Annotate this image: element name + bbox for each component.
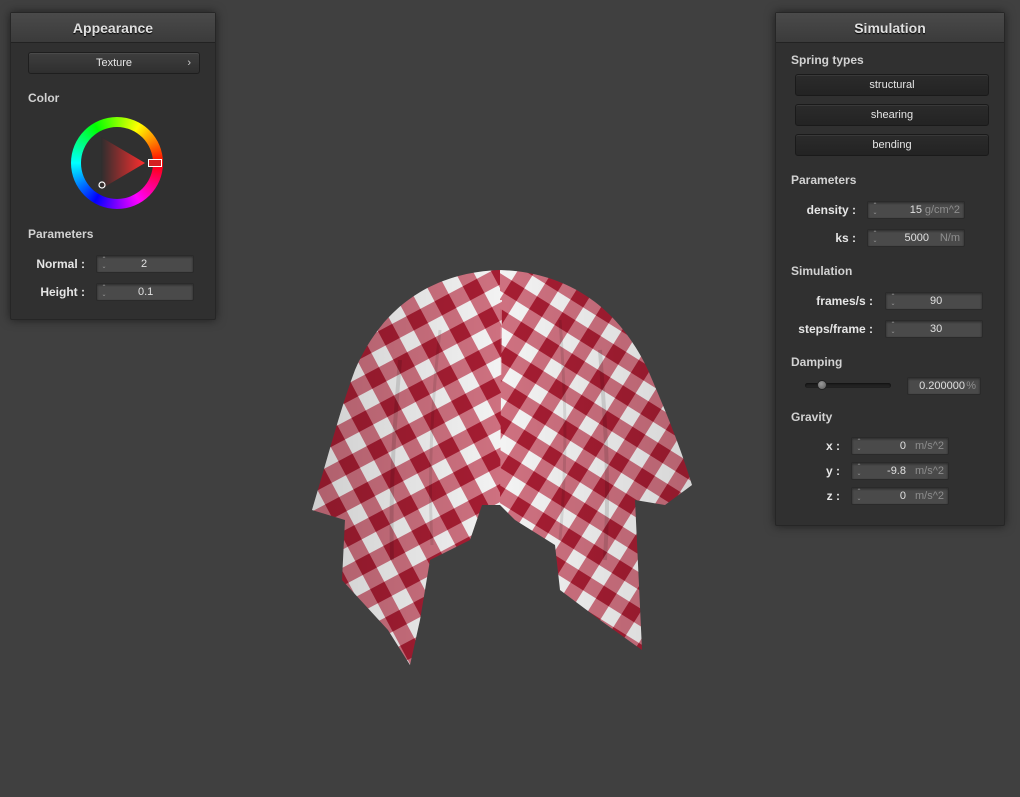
gravity-z-label: z : xyxy=(826,489,840,503)
spinner-icon[interactable]: ⌃ ⌄ xyxy=(871,231,879,245)
simulation-section-label: Simulation xyxy=(791,264,853,278)
normal-label: Normal : xyxy=(36,257,85,271)
gravity-x-field[interactable]: ⌃ ⌄ 0 m/s^2 xyxy=(851,437,949,455)
ks-field[interactable]: ⌃ ⌄ 5000 N/m xyxy=(867,229,965,247)
ks-label: ks : xyxy=(835,231,856,245)
height-label: Height : xyxy=(40,285,85,299)
color-wheel[interactable] xyxy=(71,117,163,209)
shearing-button[interactable]: shearing xyxy=(795,104,989,126)
height-field[interactable]: ⌃ ⌄ 0.1 xyxy=(96,283,194,301)
spinner-icon[interactable]: ⌃ ⌄ xyxy=(855,439,863,453)
spinner-icon[interactable]: ⌃ ⌄ xyxy=(100,285,108,299)
texture-popup-button[interactable]: Texture › xyxy=(28,52,200,74)
chevron-right-icon: › xyxy=(187,57,191,69)
gravity-y-label: y : xyxy=(825,464,840,478)
damping-field[interactable]: 0.200000 % xyxy=(907,377,981,395)
appearance-window: Appearance Texture › Color Parameters No… xyxy=(10,12,216,320)
spinner-icon[interactable]: ⌃ ⌄ xyxy=(855,489,863,503)
gravity-z-field[interactable]: ⌃ ⌄ 0 m/s^2 xyxy=(851,487,949,505)
structural-button[interactable]: structural xyxy=(795,74,989,96)
damping-label: Damping xyxy=(791,355,843,369)
gravity-x-label: x : xyxy=(825,439,840,453)
simulation-title[interactable]: Simulation xyxy=(776,13,1004,43)
gravity-label: Gravity xyxy=(791,410,833,424)
bending-button[interactable]: bending xyxy=(795,134,989,156)
density-field[interactable]: ⌃ ⌄ 15 g/cm^2 xyxy=(867,201,965,219)
spinner-icon[interactable]: ⌃ ⌄ xyxy=(871,203,879,217)
steps-label: steps/frame : xyxy=(798,322,873,336)
spinner-icon[interactable]: ⌃ ⌄ xyxy=(889,294,897,308)
spinner-icon[interactable]: ⌃ ⌄ xyxy=(100,257,108,271)
simulation-window: Simulation Spring types structural shear… xyxy=(775,12,1005,526)
appearance-parameters-label: Parameters xyxy=(28,227,94,241)
color-section-label: Color xyxy=(28,91,60,105)
sim-parameters-label: Parameters xyxy=(791,173,857,187)
appearance-title[interactable]: Appearance xyxy=(11,13,215,43)
spring-types-label: Spring types xyxy=(791,53,864,67)
fps-field[interactable]: ⌃ ⌄ 90 xyxy=(885,292,983,310)
spinner-icon[interactable]: ⌃ ⌄ xyxy=(855,464,863,478)
fps-label: frames/s : xyxy=(816,294,873,308)
density-label: density : xyxy=(806,203,856,217)
hue-marker[interactable] xyxy=(148,159,162,167)
normal-field[interactable]: ⌃ ⌄ 2 xyxy=(96,255,194,273)
spinner-icon[interactable]: ⌃ ⌄ xyxy=(889,322,897,336)
texture-label: Texture xyxy=(95,57,133,69)
steps-field[interactable]: ⌃ ⌄ 30 xyxy=(885,320,983,338)
damping-slider-knob[interactable] xyxy=(817,380,828,390)
gravity-y-field[interactable]: ⌃ ⌄ -9.8 m/s^2 xyxy=(851,462,949,480)
